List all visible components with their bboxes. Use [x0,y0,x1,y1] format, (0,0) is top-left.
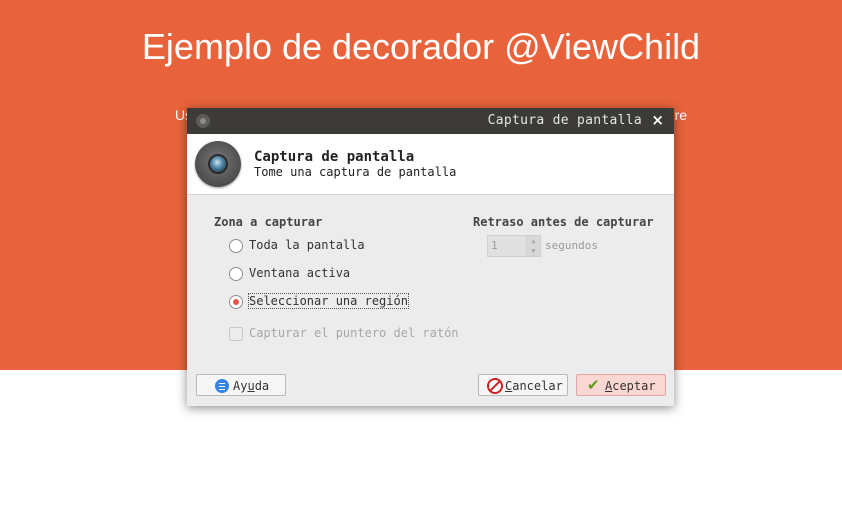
delay-label: Retraso antes de capturar [473,215,654,229]
help-button[interactable]: Ayuda [196,374,286,396]
help-button-label: Ayuda [233,379,270,393]
radio-button[interactable] [229,267,243,281]
radio-label[interactable]: Toda la pantalla [249,238,365,252]
cancel-button-label: Cancelar [505,379,563,393]
dialog-titlebar[interactable]: Captura de pantalla × [187,108,674,134]
spin-buttons: ▲ ▼ [526,236,540,256]
radio-label[interactable]: Ventana activa [249,266,350,280]
screenshot-dialog: Captura de pantalla × Captura de pantall… [187,108,674,406]
delay-unit: segundos [545,239,598,252]
dialog-window-title: Captura de pantalla [487,113,642,128]
cancel-icon [487,378,503,394]
increment-icon: ▲ [531,237,536,245]
radio-button[interactable] [229,239,243,253]
camera-icon [195,141,241,187]
capture-pointer-checkbox [229,327,243,341]
header-title: Captura de pantalla [254,149,415,165]
ok-button-label: Aceptar [605,379,656,393]
window-app-icon[interactable] [196,114,210,128]
camera-lens [208,154,228,174]
delay-value: 1 [491,239,498,252]
dialog-header: Captura de pantalla Tome una captura de … [187,134,674,195]
checkmark-icon: ✔ [587,376,600,394]
header-subtitle: Tome una captura de pantalla [254,165,457,179]
page-title: Ejemplo de decorador @ViewChild [141,26,701,67]
cancel-button[interactable]: Cancelar [478,374,568,396]
radio-button-selected[interactable] [229,295,243,309]
radio-label[interactable]: Seleccionar una región [248,293,409,309]
close-icon[interactable]: × [651,111,664,129]
delay-spinbutton: 1 ▲ ▼ [487,235,541,257]
ok-button[interactable]: ✔ Aceptar [576,374,666,396]
checkbox-label: Capturar el puntero del ratón [249,326,459,340]
help-icon [215,379,229,393]
decrement-icon: ▼ [531,247,536,255]
capture-area-label: Zona a capturar [214,215,323,229]
